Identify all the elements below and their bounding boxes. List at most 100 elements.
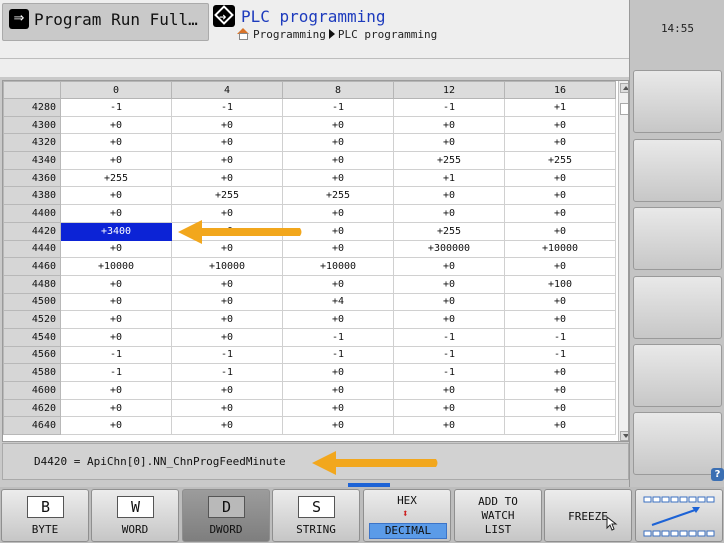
softkey-row-switch[interactable]: [635, 489, 723, 542]
table-cell[interactable]: +300000: [393, 239, 505, 259]
table-cell[interactable]: +0: [60, 204, 172, 223]
table-cell[interactable]: +0: [60, 398, 172, 418]
table-cell[interactable]: +10000: [171, 257, 283, 276]
table-cell[interactable]: +0: [393, 274, 505, 294]
table-cell[interactable]: +0: [60, 133, 172, 153]
dword-softkey[interactable]: D DWORD: [182, 489, 270, 542]
table-cell[interactable]: +0: [171, 115, 283, 135]
table-cell[interactable]: +1: [504, 98, 616, 117]
table-cell[interactable]: +0: [393, 310, 505, 329]
table-cell[interactable]: +0: [393, 133, 505, 153]
table-cell[interactable]: +1: [393, 168, 505, 188]
table-cell[interactable]: +0: [60, 151, 172, 170]
table-cell[interactable]: +0: [504, 221, 616, 241]
string-softkey[interactable]: S STRING: [272, 489, 360, 542]
table-cell[interactable]: +0: [393, 257, 505, 276]
table-cell[interactable]: +0: [60, 416, 172, 436]
table-cell[interactable]: +0: [60, 274, 172, 294]
table-cell[interactable]: +0: [393, 204, 505, 223]
scroll-down-icon[interactable]: [620, 431, 628, 441]
scroll-up-icon[interactable]: [620, 83, 628, 93]
vertical-softkey-4[interactable]: [633, 276, 722, 339]
table-cell[interactable]: +10000: [282, 257, 394, 276]
table-cell[interactable]: +0: [504, 363, 616, 382]
table-cell[interactable]: +0: [393, 381, 505, 400]
table-cell[interactable]: +0: [60, 115, 172, 135]
table-cell[interactable]: +0: [171, 274, 283, 294]
help-icon[interactable]: ?: [711, 468, 724, 481]
table-cell[interactable]: +0: [504, 398, 616, 418]
programming-mode-icon[interactable]: ➜: [213, 5, 235, 27]
table-cell[interactable]: +0: [282, 363, 394, 382]
table-cell[interactable]: +0: [60, 239, 172, 259]
table-cell[interactable]: +0: [282, 168, 394, 188]
vertical-softkey-6[interactable]: [633, 412, 722, 475]
table-cell[interactable]: +0: [171, 327, 283, 347]
table-cell[interactable]: +0: [504, 381, 616, 400]
vertical-softkey-1[interactable]: [633, 70, 722, 133]
table-cell[interactable]: +0: [171, 381, 283, 400]
table-cell[interactable]: -1: [282, 345, 394, 365]
table-cell[interactable]: +255: [504, 151, 616, 170]
table-cell[interactable]: +0: [171, 151, 283, 170]
vertical-scrollbar[interactable]: [618, 81, 628, 441]
table-cell[interactable]: +0: [60, 186, 172, 206]
table-cell[interactable]: +10000: [60, 257, 172, 276]
vertical-softkey-3[interactable]: [633, 207, 722, 270]
table-cell[interactable]: +0: [171, 292, 283, 312]
freeze-softkey[interactable]: FREEZE: [544, 489, 632, 542]
table-cell[interactable]: -1: [282, 98, 394, 117]
scroll-thumb[interactable]: [620, 103, 628, 115]
selected-cell[interactable]: +3400: [60, 221, 172, 241]
table-cell[interactable]: +0: [504, 115, 616, 135]
table-cell[interactable]: +255: [393, 151, 505, 170]
table-cell[interactable]: +0: [171, 133, 283, 153]
vertical-softkey-2[interactable]: [633, 139, 722, 202]
vertical-softkey-5[interactable]: [633, 344, 722, 407]
table-cell[interactable]: +0: [282, 310, 394, 329]
table-cell[interactable]: +0: [282, 133, 394, 153]
byte-softkey[interactable]: B BYTE: [1, 489, 89, 542]
table-cell[interactable]: +0: [282, 274, 394, 294]
table-cell[interactable]: -1: [171, 345, 283, 365]
table-cell[interactable]: -1: [282, 327, 394, 347]
table-cell[interactable]: +0: [504, 168, 616, 188]
table-cell[interactable]: +0: [60, 292, 172, 312]
word-softkey[interactable]: W WORD: [91, 489, 179, 542]
table-cell[interactable]: +0: [393, 186, 505, 206]
table-cell[interactable]: +255: [60, 168, 172, 188]
table-cell[interactable]: -1: [60, 363, 172, 382]
table-cell[interactable]: -1: [171, 98, 283, 117]
table-cell[interactable]: +0: [282, 115, 394, 135]
table-cell[interactable]: +0: [393, 115, 505, 135]
table-cell[interactable]: +0: [171, 398, 283, 418]
table-cell[interactable]: +0: [171, 168, 283, 188]
hex-decimal-toggle[interactable]: HEX ⬍ DECIMAL: [363, 489, 451, 542]
table-cell[interactable]: -1: [504, 345, 616, 365]
table-cell[interactable]: +0: [60, 381, 172, 400]
table-cell[interactable]: +10000: [504, 239, 616, 259]
table-cell[interactable]: +0: [504, 204, 616, 223]
table-cell[interactable]: +100: [504, 274, 616, 294]
table-cell[interactable]: -1: [60, 98, 172, 117]
table-cell[interactable]: -1: [393, 98, 505, 117]
table-cell[interactable]: +255: [282, 186, 394, 206]
table-cell[interactable]: +0: [60, 310, 172, 329]
table-cell[interactable]: +0: [393, 292, 505, 312]
table-cell[interactable]: +0: [282, 398, 394, 418]
table-cell[interactable]: +255: [171, 186, 283, 206]
breadcrumb-item-programming[interactable]: Programming: [253, 28, 326, 41]
table-cell[interactable]: -1: [60, 345, 172, 365]
table-cell[interactable]: +0: [504, 186, 616, 206]
table-cell[interactable]: +0: [504, 257, 616, 276]
home-icon[interactable]: [237, 28, 250, 40]
table-cell[interactable]: +0: [171, 310, 283, 329]
table-cell[interactable]: +4: [282, 292, 394, 312]
table-cell[interactable]: +255: [393, 221, 505, 241]
table-cell[interactable]: +0: [282, 151, 394, 170]
table-cell[interactable]: -1: [393, 327, 505, 347]
add-to-watch-list-softkey[interactable]: ADD TO WATCH LIST: [454, 489, 542, 542]
table-cell[interactable]: +0: [282, 381, 394, 400]
program-run-tab[interactable]: ⇒ Program Run Full…: [2, 3, 209, 41]
table-cell[interactable]: +0: [393, 416, 505, 436]
